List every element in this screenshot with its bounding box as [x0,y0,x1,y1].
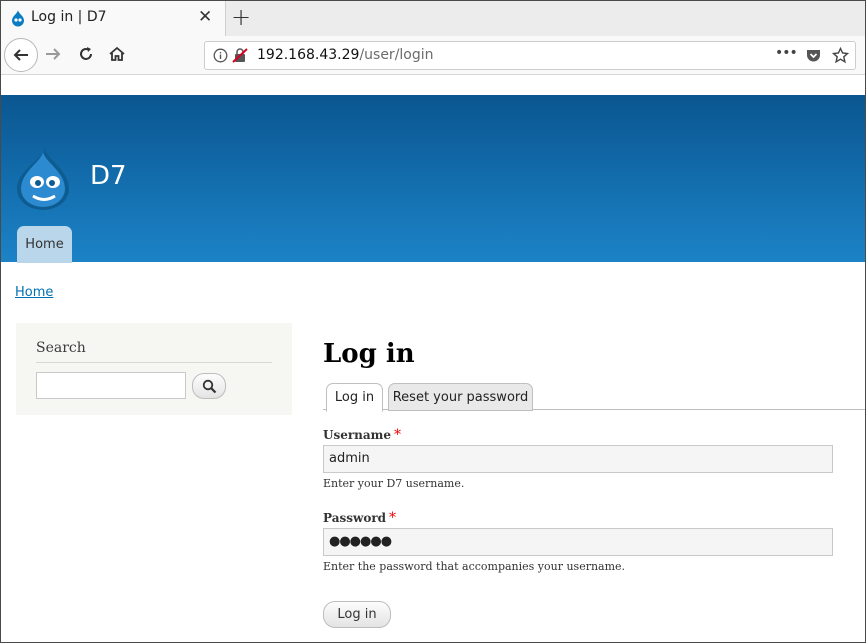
password-description: Enter the password that accompanies your… [323,560,626,573]
info-icon[interactable] [213,48,228,63]
page-title: Log in [323,339,415,369]
url-text: 192.168.43.29/user/login [257,47,434,63]
pocket-icon[interactable] [806,48,821,63]
tab-title: Log in | D7 [31,9,107,25]
search-button[interactable] [192,373,226,399]
forward-button[interactable] [42,43,64,65]
password-label: Password * [323,510,396,526]
required-marker: * [394,427,402,443]
password-field[interactable]: ●●●●●● [323,528,833,556]
drupal-favicon-icon [12,10,24,27]
new-tab-icon[interactable]: + [231,4,251,30]
site-name[interactable]: D7 [90,161,127,191]
browser-tab[interactable]: Log in | D7 ✕ [1,1,226,36]
arrow-left-icon [13,49,28,61]
search-block-title: Search [36,340,86,356]
search-input[interactable] [36,372,186,399]
star-bookmark-icon[interactable] [832,47,849,64]
search-icon [202,379,216,393]
search-block-divider [36,362,272,363]
drupal-logo-icon[interactable] [13,145,73,211]
reload-button[interactable] [75,43,97,65]
username-label: Username * [323,427,401,443]
username-field[interactable]: admin [323,445,833,473]
reload-icon [80,47,92,60]
toolbar-spacer [1,75,865,95]
site-header: D7 Home [1,95,865,263]
tab-strip: Log in | D7 ✕ + [1,1,865,36]
username-label-text: Username [323,428,392,442]
password-value: ●●●●●● [329,534,392,549]
page-actions-icon[interactable]: ••• [775,45,798,61]
home-button[interactable] [106,43,128,65]
url-path: /user/login [359,47,434,63]
insecure-lock-icon[interactable] [232,48,248,63]
search-block: Search [16,323,292,415]
nav-home-tab[interactable]: Home [17,226,72,263]
browser-window: Log in | D7 ✕ + 192.168.43.29/user/login… [0,0,866,643]
arrow-right-icon [46,48,61,60]
navigation-bar: 192.168.43.29/user/login ••• [1,36,865,75]
url-host: 192.168.43.29 [257,47,360,63]
back-button[interactable] [4,38,38,72]
close-tab-icon[interactable]: ✕ [198,7,212,27]
address-bar[interactable]: 192.168.43.29/user/login ••• [204,41,856,70]
username-description: Enter your D7 username. [323,477,465,490]
required-marker: * [389,510,397,526]
log-in-button[interactable]: Log in [323,601,391,628]
tab-log-in[interactable]: Log in [326,383,383,412]
home-icon [109,46,125,61]
tab-reset-password[interactable]: Reset your password [388,383,533,411]
breadcrumb-home-link[interactable]: Home [15,285,53,300]
password-label-text: Password [323,511,387,525]
username-value: admin [329,451,370,466]
